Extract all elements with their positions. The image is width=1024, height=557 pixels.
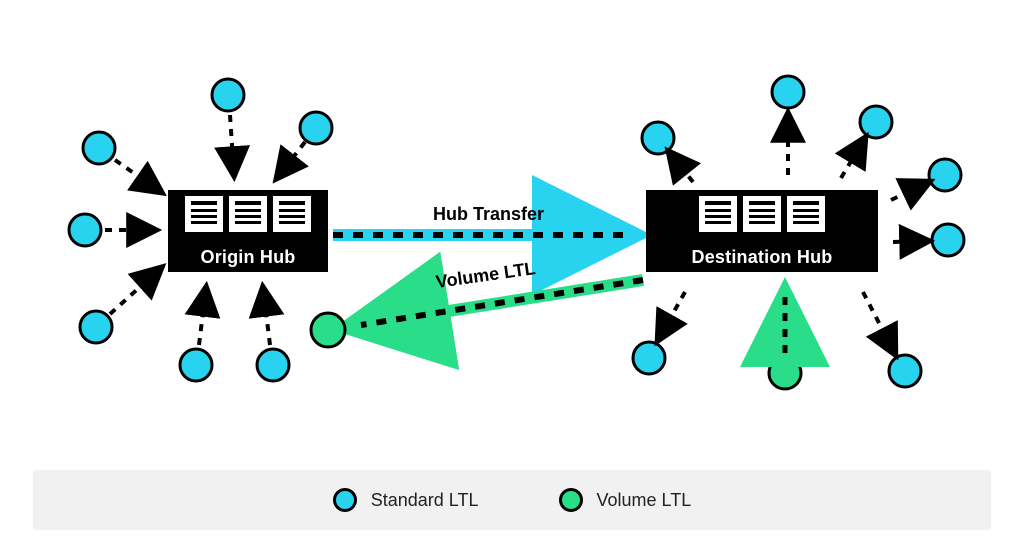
destination-hub: Destination Hub bbox=[646, 190, 878, 272]
volume-ltl-arrow bbox=[355, 280, 643, 326]
legend-dot-volume-icon bbox=[559, 488, 583, 512]
legend-dot-standard-icon bbox=[333, 488, 357, 512]
hub-transfer-label: Hub Transfer bbox=[433, 204, 544, 225]
dock-door-icon bbox=[185, 196, 223, 232]
legend-item-standard: Standard LTL bbox=[333, 488, 479, 512]
legend-label-standard: Standard LTL bbox=[371, 490, 479, 511]
dock-door-icon bbox=[699, 196, 737, 232]
dock-door-icon bbox=[273, 196, 311, 232]
dock-door-icon bbox=[743, 196, 781, 232]
origin-hub: Origin Hub bbox=[168, 190, 328, 272]
destination-hub-doors bbox=[654, 196, 870, 232]
ltl-hub-diagram: Origin Hub Destination Hub Hub Transfer … bbox=[0, 0, 1024, 557]
diagram-area: Origin Hub Destination Hub Hub Transfer … bbox=[33, 20, 991, 460]
destination-hub-label: Destination Hub bbox=[654, 247, 870, 268]
dock-door-icon bbox=[787, 196, 825, 232]
volume-endpoint-node bbox=[311, 313, 345, 347]
dock-door-icon bbox=[229, 196, 267, 232]
legend-label-volume: Volume LTL bbox=[597, 490, 692, 511]
legend-item-volume: Volume LTL bbox=[559, 488, 692, 512]
origin-hub-label: Origin Hub bbox=[176, 247, 320, 268]
origin-hub-doors bbox=[176, 196, 320, 232]
legend: Standard LTL Volume LTL bbox=[33, 470, 991, 530]
